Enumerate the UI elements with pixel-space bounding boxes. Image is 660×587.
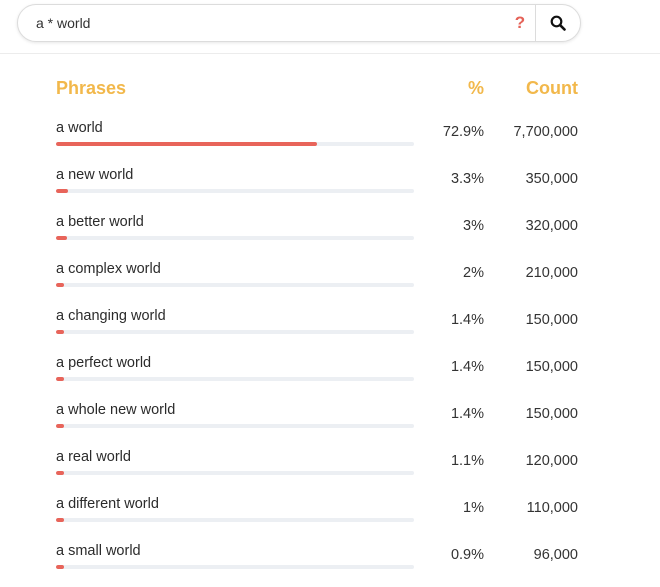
frequency-bar — [56, 236, 414, 240]
percent-value: 1.1% — [450, 453, 484, 469]
phrase-text[interactable]: a perfect world — [56, 355, 151, 371]
percent-value: 3% — [463, 218, 484, 234]
count-value: 350,000 — [525, 171, 578, 187]
count-value: 7,700,000 — [513, 124, 578, 140]
count-column-header: Count — [526, 78, 578, 98]
count-value: 210,000 — [525, 265, 578, 281]
frequency-bar — [56, 377, 414, 381]
phrase-text[interactable]: a small world — [56, 543, 141, 559]
phrase-row[interactable]: a new world 3.3% 350,000 — [0, 164, 660, 211]
search-icon — [550, 15, 566, 31]
phrase-text[interactable]: a changing world — [56, 308, 166, 324]
frequency-bar — [56, 565, 414, 569]
header-divider — [0, 53, 660, 54]
frequency-bar-fill — [56, 236, 67, 240]
phrase-text[interactable]: a complex world — [56, 261, 161, 277]
phrase-row[interactable]: a perfect world 1.4% 150,000 — [0, 352, 660, 399]
percent-value: 1.4% — [450, 312, 484, 328]
percent-value: 1.4% — [450, 406, 484, 422]
frequency-bar — [56, 189, 414, 193]
frequency-bar-fill — [56, 471, 64, 475]
phrase-text[interactable]: a different world — [56, 496, 159, 512]
percent-column-header: % — [467, 78, 484, 98]
search-input[interactable] — [18, 5, 505, 41]
phrase-text[interactable]: a new world — [56, 167, 133, 183]
frequency-bar — [56, 424, 414, 428]
count-value: 110,000 — [526, 500, 578, 516]
frequency-bar — [56, 283, 414, 287]
percent-value: 2% — [463, 265, 484, 281]
help-icon[interactable]: ? — [505, 13, 535, 33]
frequency-bar-fill — [56, 189, 68, 193]
frequency-bar — [56, 330, 414, 334]
frequency-bar — [56, 471, 414, 475]
percent-value: 1% — [463, 500, 484, 516]
frequency-bar-fill — [56, 518, 64, 522]
search-button[interactable] — [535, 5, 580, 41]
count-value: 96,000 — [533, 547, 578, 563]
count-value: 150,000 — [525, 312, 578, 328]
frequency-bar-fill — [56, 330, 64, 334]
frequency-bar-fill — [56, 424, 64, 428]
phrase-row[interactable]: a changing world 1.4% 150,000 — [0, 305, 660, 352]
phrase-row[interactable]: a whole new world 1.4% 150,000 — [0, 399, 660, 446]
count-value: 150,000 — [525, 359, 578, 375]
frequency-bar-fill — [56, 283, 64, 287]
percent-value: 3.3% — [450, 171, 484, 187]
phrase-row[interactable]: a world 72.9% 7,700,000 — [0, 117, 660, 164]
phrases-column-header: Phrases — [56, 78, 127, 98]
phrase-row[interactable]: a complex world 2% 210,000 — [0, 258, 660, 305]
phrase-text[interactable]: a world — [56, 120, 103, 136]
search-bar: ? — [17, 4, 581, 42]
phrase-row[interactable]: a real world 1.1% 120,000 — [0, 446, 660, 493]
count-value: 320,000 — [525, 218, 578, 234]
frequency-bar-fill — [56, 142, 317, 146]
phrase-list: a world 72.9% 7,700,000 a new world 3.3%… — [0, 117, 660, 587]
count-value: 150,000 — [525, 406, 578, 422]
frequency-bar — [56, 142, 414, 146]
count-value: 120,000 — [525, 453, 578, 469]
phrase-row[interactable]: a better world 3% 320,000 — [0, 211, 660, 258]
percent-value: 1.4% — [450, 359, 484, 375]
frequency-bar — [56, 518, 414, 522]
phrase-text[interactable]: a whole new world — [56, 402, 175, 418]
frequency-bar-fill — [56, 377, 64, 381]
percent-value: 0.9% — [450, 547, 484, 563]
phrase-text[interactable]: a better world — [56, 214, 144, 230]
phrase-text[interactable]: a real world — [56, 449, 131, 465]
phrase-row[interactable]: a different world 1% 110,000 — [0, 493, 660, 540]
table-header: Phrases % Count — [0, 78, 660, 102]
percent-value: 72.9% — [442, 124, 484, 140]
frequency-bar-fill — [56, 565, 64, 569]
